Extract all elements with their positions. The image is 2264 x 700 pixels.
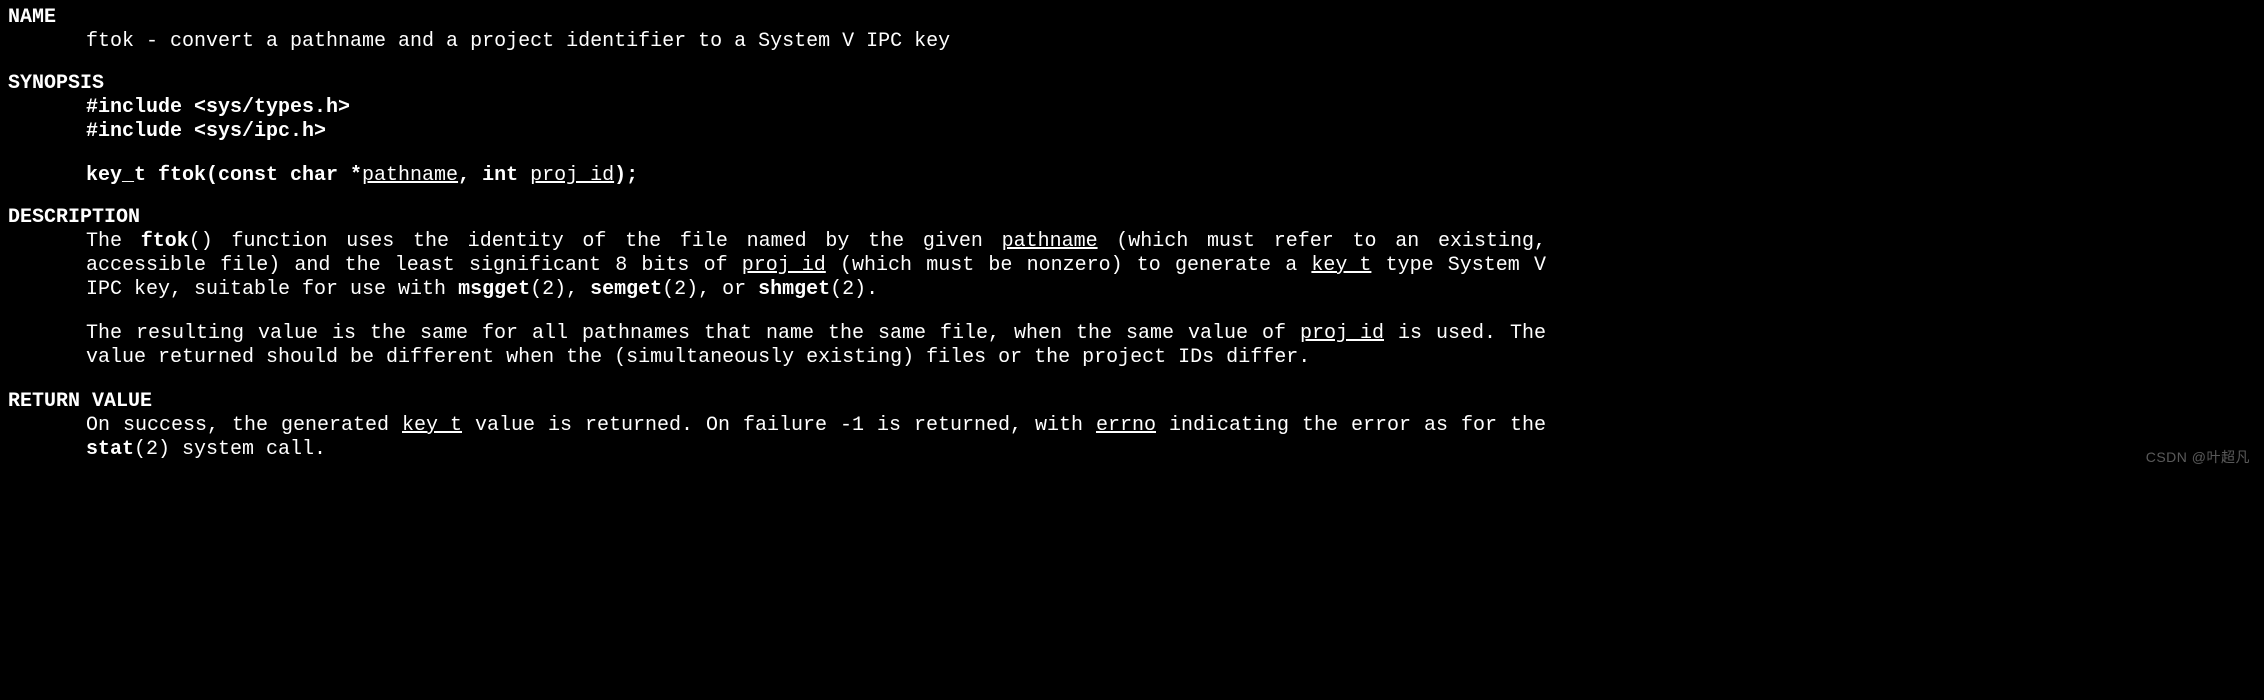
section-return: RETURN VALUE On success, the generated k… xyxy=(8,390,2256,462)
proto-lead: key_t ftok(const char * xyxy=(86,164,362,187)
text: (2), or xyxy=(662,278,758,301)
text: indicating the error as for the xyxy=(1156,414,1546,437)
text: value is returned. On failure -1 is retu… xyxy=(462,414,1096,437)
arg-projid: proj_id xyxy=(1300,322,1384,345)
heading-name: NAME xyxy=(8,6,2256,30)
func-ftok: ftok xyxy=(141,230,189,253)
text: (2). xyxy=(830,278,878,301)
watermark: CSDN @叶超凡 xyxy=(2146,449,2250,466)
type-keyt: key_t xyxy=(1311,254,1371,277)
arg-pathname: pathname xyxy=(1002,230,1098,253)
include-line-1: #include <sys/types.h> xyxy=(8,96,1546,120)
proto-arg-projid: proj_id xyxy=(530,164,614,187)
text: (2) system call. xyxy=(134,438,326,461)
description-para-1: The ftok() function uses the identity of… xyxy=(8,230,1546,302)
text: On success, the generated xyxy=(86,414,402,437)
var-errno: errno xyxy=(1096,414,1156,437)
text: (which must be nonzero) to generate a xyxy=(826,254,1312,277)
text: (2), xyxy=(530,278,590,301)
ref-msgget: msgget xyxy=(458,278,530,301)
arg-projid: proj_id xyxy=(742,254,826,277)
section-name: NAME ftok - convert a pathname and a pro… xyxy=(8,6,2256,54)
heading-description: DESCRIPTION xyxy=(8,206,2256,230)
proto-mid: , int xyxy=(458,164,530,187)
prototype-line: key_t ftok(const char *pathname, int pro… xyxy=(8,164,1546,188)
ref-semget: semget xyxy=(590,278,662,301)
proto-arg-pathname: pathname xyxy=(362,164,458,187)
type-keyt: key_t xyxy=(402,414,462,437)
return-para: On success, the generated key_t value is… xyxy=(8,414,1546,462)
text: The xyxy=(86,230,141,253)
proto-tail: ); xyxy=(614,164,638,187)
include-line-2: #include <sys/ipc.h> xyxy=(8,120,1546,144)
text: The resulting value is the same for all … xyxy=(86,322,1300,345)
name-line: ftok - convert a pathname and a project … xyxy=(8,30,1546,54)
text: () function uses the identity of the fil… xyxy=(189,230,1002,253)
ref-shmget: shmget xyxy=(758,278,830,301)
ref-stat: stat xyxy=(86,438,134,461)
heading-return: RETURN VALUE xyxy=(8,390,2256,414)
blank-line xyxy=(8,144,1546,164)
description-para-2: The resulting value is the same for all … xyxy=(8,322,1546,370)
heading-synopsis: SYNOPSIS xyxy=(8,72,2256,96)
section-synopsis: SYNOPSIS #include <sys/types.h> #include… xyxy=(8,72,2256,188)
section-description: DESCRIPTION The ftok() function uses the… xyxy=(8,206,2256,370)
manpage: NAME ftok - convert a pathname and a pro… xyxy=(0,0,2264,472)
